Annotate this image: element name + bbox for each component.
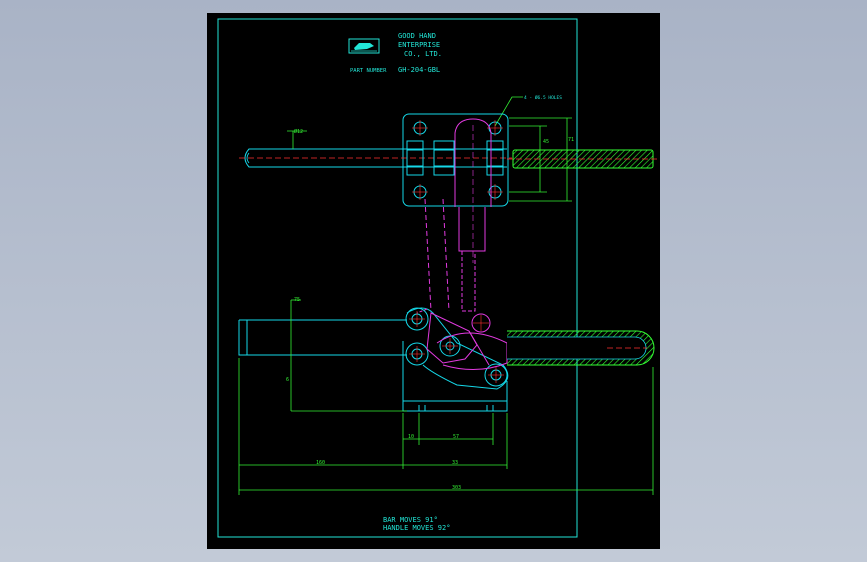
- part-number: GH-204-GBL: [398, 66, 440, 74]
- bar-moves-note: BAR MOVES 91°: [383, 516, 438, 524]
- part-number-label: PART NUMBER: [350, 68, 387, 74]
- dim-bottom-b: 33: [452, 460, 458, 466]
- dim-grip-dia: Ø12: [294, 128, 303, 135]
- dim-height-top: 75: [294, 297, 300, 303]
- good-hand-logo: [348, 38, 380, 54]
- drawing-sheet: GOOD HAND ENTERPRISE CO., LTD. PART NUMB…: [207, 13, 660, 549]
- holes-leader: [494, 96, 523, 127]
- cad-drawing: GOOD HAND ENTERPRISE CO., LTD. PART NUMB…: [217, 18, 657, 538]
- top-view: 4 - Ø6.5 HOLES Ø12 45 71: [239, 94, 657, 312]
- dim-base-b: 57: [453, 434, 459, 440]
- handle-moves-note: HANDLE MOVES 92°: [383, 524, 450, 532]
- dim-overall: 303: [452, 485, 461, 491]
- hole-centers: [412, 120, 503, 200]
- company-line-1: GOOD HAND: [398, 32, 436, 40]
- dim-plate-h2: 71: [568, 137, 574, 143]
- mounting-holes: [413, 121, 502, 199]
- dim-height-side: 6: [286, 377, 289, 383]
- dim-plate-h1: 45: [543, 139, 549, 145]
- top-linkage: [424, 118, 492, 312]
- pivot-pins: [405, 307, 509, 390]
- company-line-2: ENTERPRISE: [398, 41, 440, 49]
- holes-note: 4 - Ø6.5 HOLES: [524, 94, 562, 101]
- dim-base-a: 10: [408, 434, 414, 440]
- clamp-arm: [238, 319, 407, 356]
- side-view: 75 6 10 57 160 33 303: [238, 297, 655, 495]
- dim-bottom-a: 160: [316, 460, 325, 466]
- company-line-3: CO., LTD.: [404, 50, 442, 58]
